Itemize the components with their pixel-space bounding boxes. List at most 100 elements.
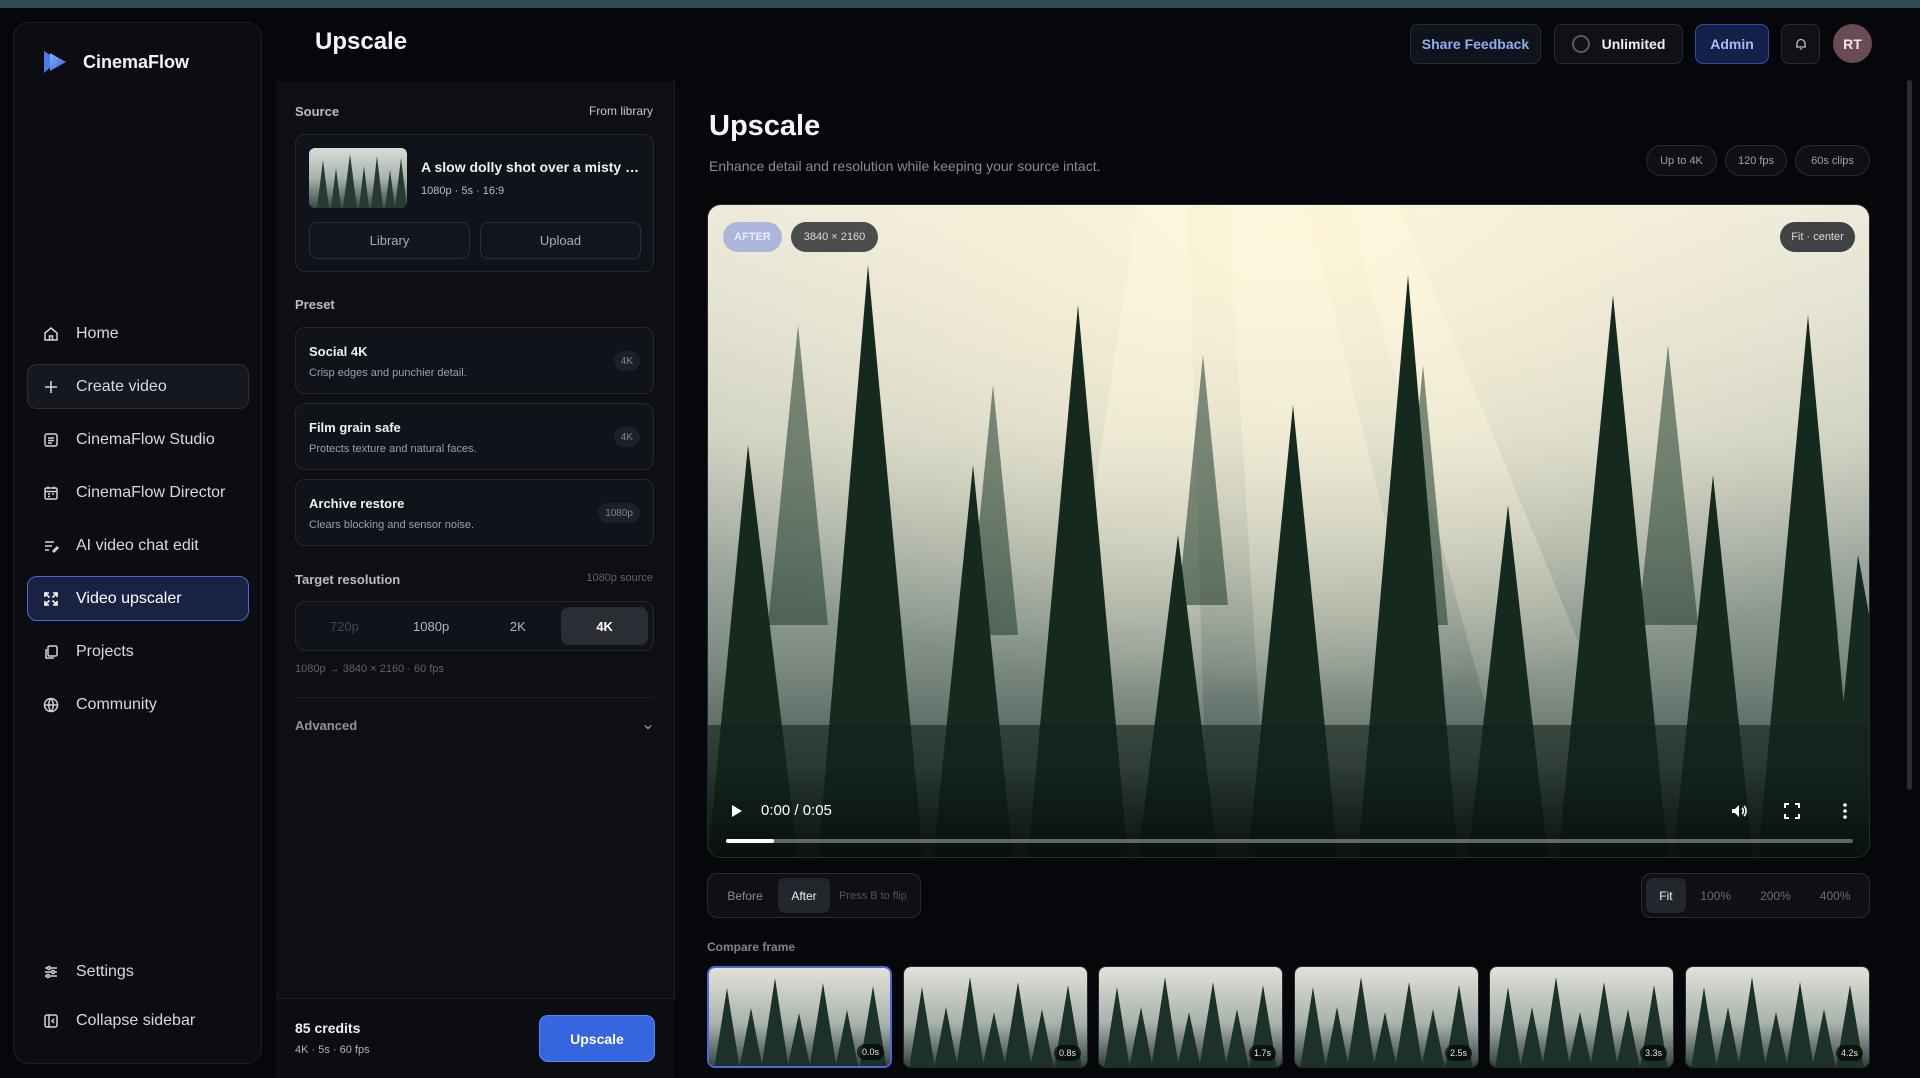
flip-shortcut-hint: Press B to flip [839, 889, 907, 902]
sidebar-item-community[interactable]: Community [27, 682, 249, 727]
preset-option-archive-restore[interactable]: Archive restore Clears blocking and sens… [295, 479, 654, 546]
sidebar-item-collapse[interactable]: Collapse sidebar [27, 998, 249, 1043]
resolution-option-1080p[interactable]: 1080p [388, 607, 475, 645]
main-title: Upscale [709, 110, 821, 142]
frame-timestamp: 2.5s [1444, 1045, 1472, 1061]
source-thumbnail[interactable] [309, 148, 407, 208]
compare-frame-strip: 0.0s 0.8s 1.7s 2.5s 3.3s 4.2s [707, 966, 1870, 1070]
compare-frame-thumbnail[interactable]: 3.3s [1489, 966, 1674, 1068]
calendar-icon [44, 486, 58, 500]
feature-chip: 60s clips [1795, 145, 1870, 176]
upload-button[interactable]: Upload [480, 222, 641, 259]
sidebar-item-video-upscaler[interactable]: Video upscaler [27, 576, 249, 621]
sidebar-item-label: Settings [76, 962, 134, 980]
preset-badge: 4K [613, 351, 640, 371]
resolution-conversion-note: 1080p → 3840 × 2160 · 60 fps [295, 663, 444, 675]
sidebar-item-chat-edit[interactable]: AI video chat edit [27, 523, 249, 568]
view-state-badge: AFTER [723, 222, 782, 252]
admin-button[interactable]: Admin [1695, 24, 1769, 64]
sidebar-item-label: AI video chat edit [76, 536, 199, 554]
resolution-selector: 720p 1080p 2K 4K [295, 601, 654, 651]
brand-name: CinemaFlow [83, 51, 190, 72]
preset-description: Clears blocking and sensor noise. [309, 519, 475, 531]
fullscreen-icon[interactable] [1782, 801, 1802, 821]
sidebar-item-director[interactable]: CinemaFlow Director [27, 470, 249, 515]
plan-button[interactable]: Unlimited [1554, 24, 1683, 64]
settings-panel: Source From library A slow dolly shot ov… [276, 81, 675, 1078]
more-options-icon[interactable] [1835, 801, 1855, 821]
home-icon [44, 326, 58, 341]
plan-label: Unlimited [1601, 36, 1666, 52]
cinemaflow-logo-icon [44, 51, 66, 73]
globe-icon [43, 697, 59, 712]
sidebar-item-label: CinemaFlow Director [76, 483, 226, 501]
chevron-down-icon[interactable] [642, 721, 654, 733]
preset-option-film-grain[interactable]: Film grain safe Protects texture and nat… [295, 403, 654, 470]
zoom-selector: Fit 100% 200% 400% [1641, 873, 1870, 918]
volume-icon[interactable] [1729, 801, 1749, 821]
brand[interactable]: CinemaFlow [41, 48, 189, 76]
avatar[interactable]: RT [1833, 24, 1872, 63]
after-option[interactable]: After [778, 878, 830, 913]
resolution-option-2k[interactable]: 2K [475, 607, 562, 645]
preset-description: Protects texture and natural faces. [309, 443, 477, 455]
compare-frame-thumbnail[interactable]: 1.7s [1098, 966, 1283, 1068]
compare-frame-thumbnail[interactable]: 0.0s [707, 966, 892, 1068]
share-feedback-button[interactable]: Share Feedback [1410, 24, 1541, 64]
playback-progress-fill [726, 839, 775, 843]
preset-badge: 4K [613, 427, 640, 447]
chat-edit-icon [45, 540, 60, 553]
bell-icon [1795, 38, 1806, 50]
sidebar-item-projects[interactable]: Projects [27, 629, 249, 674]
compare-frame-thumbnail[interactable]: 2.5s [1294, 966, 1479, 1068]
playback-progress-bar[interactable] [726, 839, 1853, 843]
resolution-option-720p[interactable]: 720p [301, 607, 388, 645]
compare-frame-label: Compare frame [707, 940, 796, 954]
fit-mode-badge: Fit · center [1780, 222, 1855, 252]
frame-timestamp: 4.2s [1835, 1045, 1863, 1061]
zoom-option-fit[interactable]: Fit [1646, 878, 1686, 913]
feature-chip: 120 fps [1725, 145, 1787, 176]
play-icon[interactable] [726, 801, 746, 821]
before-option[interactable]: Before [712, 878, 778, 913]
upscale-button[interactable]: Upscale [539, 1015, 655, 1062]
sidebar-bottom: Settings Collapse sidebar [27, 949, 249, 1047]
window-top-border [0, 0, 1920, 8]
advanced-toggle[interactable]: Advanced [295, 718, 357, 733]
sidebar-item-label: Projects [76, 642, 134, 660]
preset-description: Crisp edges and punchier detail. [309, 367, 467, 379]
frame-timestamp: 3.3s [1639, 1045, 1667, 1061]
preset-badge: 1080p [598, 503, 640, 523]
output-dimensions-badge: 3840 × 2160 [791, 222, 878, 252]
sidebar-item-home[interactable]: Home [27, 311, 249, 356]
sidebar-item-label: Home [76, 324, 119, 342]
from-library-link[interactable]: From library [589, 104, 653, 118]
zoom-option-200[interactable]: 200% [1746, 878, 1806, 913]
sidebar-item-studio[interactable]: CinemaFlow Studio [27, 417, 249, 462]
credits-detail: 4K · 5s · 60 fps [295, 1044, 370, 1056]
zoom-option-100[interactable]: 100% [1686, 878, 1746, 913]
main-subtitle: Enhance detail and resolution while keep… [709, 158, 1101, 174]
sidebar-item-settings[interactable]: Settings [27, 949, 249, 994]
credits-count: 85 credits [295, 1020, 361, 1036]
notifications-button[interactable] [1781, 24, 1820, 64]
source-title: A slow dolly shot over a misty pine fore… [421, 159, 643, 175]
sidebar-item-label: Video upscaler [76, 589, 182, 607]
resolution-source-note: 1080p source [586, 572, 653, 584]
preset-option-social-4k[interactable]: Social 4K Crisp edges and punchier detai… [295, 327, 654, 394]
scrollbar[interactable] [1907, 80, 1912, 790]
zoom-option-400[interactable]: 400% [1805, 878, 1865, 913]
source-card: A slow dolly shot over a misty pine fore… [295, 134, 654, 272]
frame-timestamp: 1.7s [1248, 1045, 1276, 1061]
player-controls: 0:00 / 0:05 [708, 767, 1869, 857]
video-player[interactable]: AFTER 3840 × 2160 Fit · center 0:00 / 0:… [707, 204, 1870, 858]
source-label: Source [295, 104, 340, 119]
frame-timestamp: 0.8s [1053, 1045, 1081, 1061]
library-button[interactable]: Library [309, 222, 470, 259]
compare-frame-thumbnail[interactable]: 4.2s [1685, 966, 1870, 1068]
sidebar-item-label: CinemaFlow Studio [76, 430, 215, 448]
playback-time: 0:00 / 0:05 [761, 802, 832, 819]
compare-frame-thumbnail[interactable]: 0.8s [903, 966, 1088, 1068]
resolution-option-4k[interactable]: 4K [561, 607, 648, 645]
sidebar-item-create-video[interactable]: Create video [27, 364, 249, 409]
